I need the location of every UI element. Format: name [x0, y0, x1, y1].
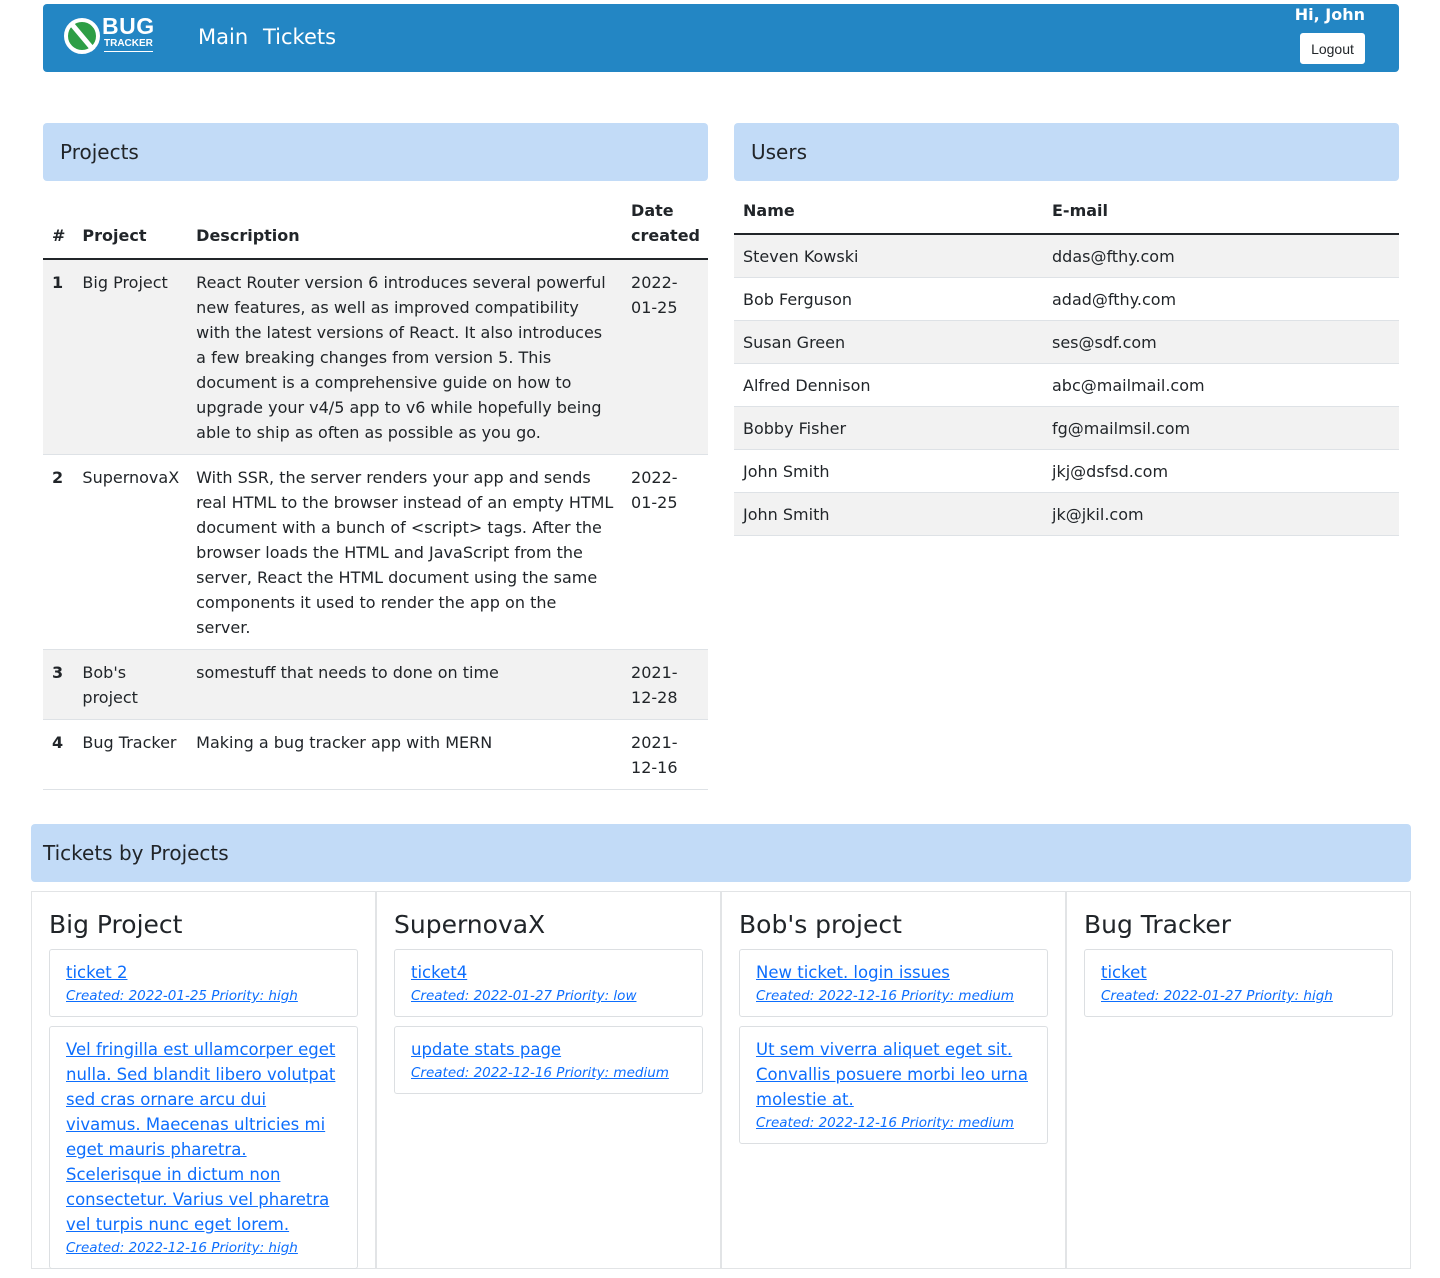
tickets-by-projects-header: Tickets by Projects: [31, 824, 1411, 882]
user-email: jk@jkil.com: [1043, 492, 1399, 536]
project-description: React Router version 6 introduces severa…: [187, 259, 623, 455]
ticket-column-bobs-project: Bob's project New ticket. login issues C…: [721, 891, 1066, 1269]
users-table-header-row: Name E-mail: [734, 198, 1399, 235]
ticket-column-title: Big Project: [49, 910, 183, 939]
table-row[interactable]: 4 Bug Tracker Making a bug tracker app w…: [43, 719, 708, 790]
project-date: 2021-12-28: [622, 649, 708, 720]
ticket-card: ticket 2 Created: 2022-01-25 Priority: h…: [49, 949, 358, 1017]
ticket-meta-link[interactable]: Created: 2022-01-27 Priority: high: [1101, 986, 1376, 1006]
column-header-number: #: [43, 198, 74, 260]
projects-section-header: Projects: [43, 123, 708, 181]
ticket-meta-link[interactable]: Created: 2022-12-16 Priority: medium: [756, 1113, 1031, 1133]
ticket-meta-link[interactable]: Created: 2022-12-16 Priority: high: [66, 1238, 341, 1258]
table-row[interactable]: Bobby Fisher fg@mailmsil.com: [734, 406, 1399, 450]
ticket-meta-link[interactable]: Created: 2022-12-16 Priority: medium: [756, 986, 1031, 1006]
user-name: John Smith: [734, 492, 1043, 536]
ticket-title-link[interactable]: New ticket. login issues: [756, 960, 1031, 985]
ticket-column-title: Bob's project: [739, 910, 902, 939]
project-number: 2: [43, 454, 74, 650]
projects-table: # Project Description Date created 1 Big…: [43, 198, 708, 790]
ticket-card: Vel fringilla est ullamcorper eget nulla…: [49, 1026, 358, 1269]
table-row[interactable]: 3 Bob's project somestuff that needs to …: [43, 649, 708, 720]
project-description: Making a bug tracker app with MERN: [187, 719, 623, 790]
ticket-column-supernovax: SupernovaX ticket4 Created: 2022-01-27 P…: [376, 891, 721, 1269]
project-date: 2022-01-25: [622, 454, 708, 650]
table-row[interactable]: Susan Green ses@sdf.com: [734, 320, 1399, 364]
project-number: 4: [43, 719, 74, 790]
logo-text-tracker: TRACKER: [104, 38, 153, 52]
top-navbar: BUG TRACKER Main Tickets Hi, John Logout: [43, 4, 1399, 72]
projects-table-header-row: # Project Description Date created: [43, 198, 708, 260]
ticket-title-link[interactable]: update stats page: [411, 1037, 686, 1062]
project-name: Bug Tracker: [73, 719, 188, 790]
user-email: fg@mailmsil.com: [1043, 406, 1399, 450]
project-description: With SSR, the server renders your app an…: [187, 454, 623, 650]
ticket-column-big-project: Big Project ticket 2 Created: 2022-01-25…: [31, 891, 376, 1269]
project-name: Big Project: [73, 259, 188, 455]
ticket-card: update stats page Created: 2022-12-16 Pr…: [394, 1026, 703, 1094]
table-row[interactable]: Alfred Dennison abc@mailmail.com: [734, 363, 1399, 407]
column-header-email: E-mail: [1043, 198, 1399, 235]
project-description: somestuff that needs to done on time: [187, 649, 623, 720]
ticket-meta-link[interactable]: Created: 2022-01-25 Priority: high: [66, 986, 341, 1006]
user-name: John Smith: [734, 449, 1043, 493]
bug-tracker-logo[interactable]: BUG TRACKER: [64, 14, 164, 56]
user-email: ses@sdf.com: [1043, 320, 1399, 364]
ticket-title-link[interactable]: Vel fringilla est ullamcorper eget nulla…: [66, 1037, 341, 1237]
user-email: jkj@dsfsd.com: [1043, 449, 1399, 493]
table-row[interactable]: 2 SupernovaX With SSR, the server render…: [43, 454, 708, 650]
ticket-title-link[interactable]: ticket4: [411, 960, 686, 985]
users-table: Name E-mail Steven Kowski ddas@fthy.com B…: [734, 198, 1399, 536]
user-greeting: Hi, John: [1294, 5, 1365, 24]
column-header-date-created: Date created: [622, 198, 708, 260]
users-section-header: Users: [734, 123, 1399, 181]
column-header-project: Project: [73, 198, 188, 260]
ticket-card: ticket4 Created: 2022-01-27 Priority: lo…: [394, 949, 703, 1017]
user-name: Bobby Fisher: [734, 406, 1043, 450]
table-row[interactable]: John Smith jk@jkil.com: [734, 492, 1399, 536]
ticket-card: ticket Created: 2022-01-27 Priority: hig…: [1084, 949, 1393, 1017]
column-header-description: Description: [187, 198, 623, 260]
nav-link-main[interactable]: Main: [198, 24, 248, 50]
user-email: abc@mailmail.com: [1043, 363, 1399, 407]
nav-link-tickets[interactable]: Tickets: [263, 24, 336, 50]
ticket-card: New ticket. login issues Created: 2022-1…: [739, 949, 1048, 1017]
logout-button[interactable]: Logout: [1300, 33, 1365, 64]
table-row[interactable]: Bob Ferguson adad@fthy.com: [734, 277, 1399, 321]
ticket-title-link[interactable]: ticket: [1101, 960, 1376, 985]
table-row[interactable]: Steven Kowski ddas@fthy.com: [734, 234, 1399, 278]
project-number: 3: [43, 649, 74, 720]
user-name: Steven Kowski: [734, 234, 1043, 278]
ticket-column-title: SupernovaX: [394, 910, 546, 939]
ticket-title-link[interactable]: Ut sem viverra aliquet eget sit. Convall…: [756, 1037, 1031, 1112]
ticket-title-link[interactable]: ticket 2: [66, 960, 341, 985]
table-row[interactable]: John Smith jkj@dsfsd.com: [734, 449, 1399, 493]
column-header-name: Name: [734, 198, 1043, 235]
project-name: SupernovaX: [73, 454, 188, 650]
ticket-meta-link[interactable]: Created: 2022-01-27 Priority: low: [411, 986, 686, 1006]
user-name: Alfred Dennison: [734, 363, 1043, 407]
project-number: 1: [43, 259, 74, 455]
project-name: Bob's project: [73, 649, 188, 720]
ticket-card: Ut sem viverra aliquet eget sit. Convall…: [739, 1026, 1048, 1144]
user-name: Susan Green: [734, 320, 1043, 364]
user-email: ddas@fthy.com: [1043, 234, 1399, 278]
user-name: Bob Ferguson: [734, 277, 1043, 321]
no-bug-icon: [64, 18, 100, 54]
ticket-meta-link[interactable]: Created: 2022-12-16 Priority: medium: [411, 1063, 686, 1083]
logo-text-bug: BUG: [102, 13, 155, 39]
ticket-column-bug-tracker: Bug Tracker ticket Created: 2022-01-27 P…: [1066, 891, 1411, 1269]
ticket-column-title: Bug Tracker: [1084, 910, 1231, 939]
project-date: 2022-01-25: [622, 259, 708, 455]
user-email: adad@fthy.com: [1043, 277, 1399, 321]
project-date: 2021-12-16: [622, 719, 708, 790]
table-row[interactable]: 1 Big Project React Router version 6 int…: [43, 259, 708, 455]
